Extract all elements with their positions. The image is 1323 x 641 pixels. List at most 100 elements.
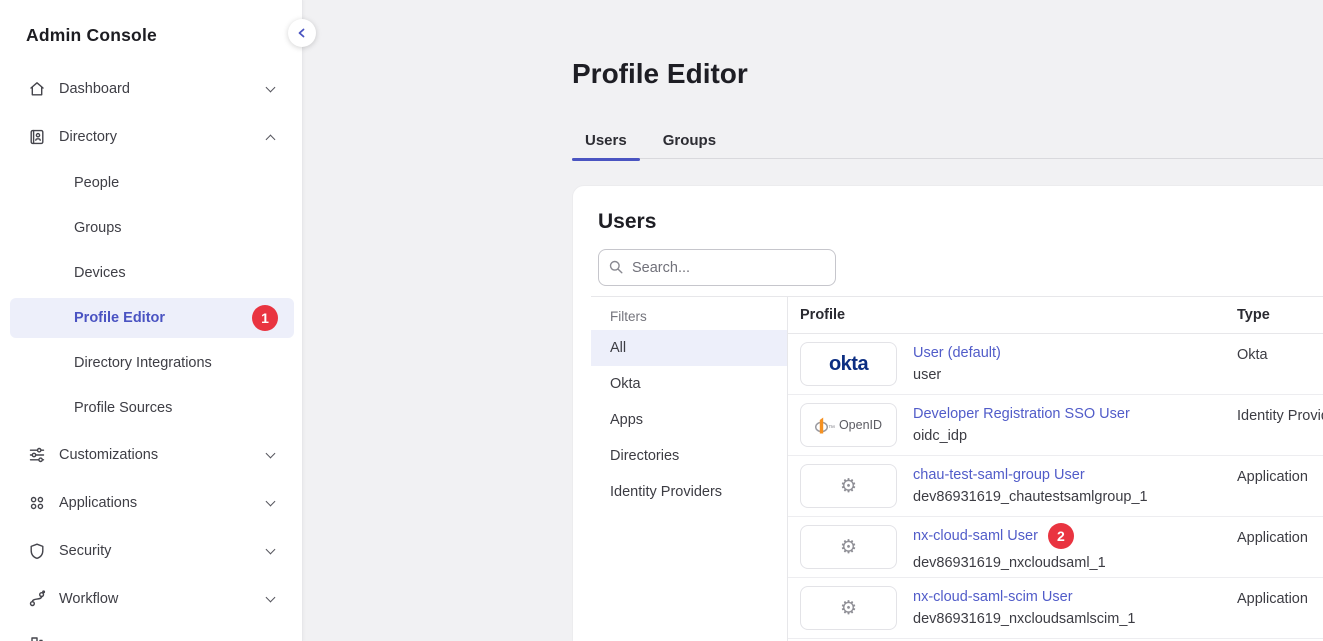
sliders-icon (28, 446, 46, 464)
table-row: ⚙︎ nx-cloud-saml-scim User dev86931619_n… (788, 578, 1323, 639)
tab-label: Groups (663, 132, 716, 149)
openid-wordmark: OpenID (839, 418, 882, 432)
gear-icon: ⚙︎ (840, 536, 857, 558)
column-header-type: Type (1237, 307, 1270, 323)
profile-text: chau-test-saml-group User dev86931619_ch… (913, 467, 1148, 505)
openid-symbol-icon (815, 416, 828, 434)
table-header: Profile Type (788, 297, 1323, 334)
search-box (598, 249, 836, 286)
profile-type: Identity Provider (1237, 408, 1323, 424)
chevron-down-icon (266, 544, 276, 554)
profile-cell: ™ OpenID Developer Registration SSO User… (788, 403, 1237, 447)
sidebar-item-directory-integrations[interactable]: Directory Integrations (10, 343, 294, 383)
profile-sub: dev86931619_nxcloudsamlscim_1 (913, 611, 1135, 627)
okta-wordmark: okta (829, 353, 868, 376)
sidebar-subitem-label: Devices (74, 265, 126, 281)
reports-icon-partial (28, 631, 46, 641)
sidebar-item-groups[interactable]: Groups (10, 208, 294, 248)
sidebar-subitem-label: Directory Integrations (74, 355, 212, 371)
filter-directories[interactable]: Directories (591, 438, 787, 474)
app-title: Admin Console (26, 25, 157, 46)
table-row: ™ OpenID Developer Registration SSO User… (788, 395, 1323, 456)
tab-label: Users (585, 132, 627, 149)
sidebar-item-workflow[interactable]: Workflow (10, 579, 294, 619)
annotation-badge-2: 2 (1048, 523, 1074, 549)
sidebar-item-devices[interactable]: Devices (10, 253, 294, 293)
sidebar-subitem-label: Groups (74, 220, 122, 236)
chevron-down-icon (266, 592, 276, 602)
profile-type: Application (1237, 530, 1308, 546)
tab-groups[interactable]: Groups (650, 121, 729, 159)
sidebar-item-security[interactable]: Security (10, 531, 294, 571)
profile-cell: okta User (default) user (788, 342, 1237, 386)
sidebar-collapse-button[interactable] (288, 19, 316, 47)
okta-logo: okta (800, 342, 897, 386)
profile-text: User (default) user (913, 345, 1001, 383)
search-input[interactable] (598, 249, 836, 286)
table-row: okta User (default) user Okta (788, 334, 1323, 395)
workflow-icon (28, 590, 46, 608)
sidebar-item-dashboard[interactable]: Dashboard (10, 69, 294, 109)
table-row: ⚙︎ nx-cloud-saml User 2 dev86931619_nxcl… (788, 517, 1323, 578)
profiles-table: Profile Type okta User (default) user (788, 297, 1323, 641)
sidebar-item-label: Applications (59, 495, 137, 511)
chevron-down-icon (266, 448, 276, 458)
profile-text: Developer Registration SSO User oidc_idp (913, 406, 1130, 444)
app-default-logo: ⚙︎ (800, 464, 897, 508)
app-default-logo: ⚙︎ (800, 586, 897, 630)
openid-logo: ™ OpenID (800, 403, 897, 447)
profile-sub: user (913, 367, 1001, 383)
sidebar-item-label: Directory (59, 129, 117, 145)
card-body: Filters All Okta Apps Directories Identi… (591, 296, 1323, 641)
home-icon (28, 80, 46, 98)
profile-cell: ⚙︎ nx-cloud-saml-scim User dev86931619_n… (788, 586, 1237, 630)
profile-type: Application (1237, 591, 1308, 607)
profile-sub: dev86931619_chautestsamlgroup_1 (913, 489, 1148, 505)
profile-link[interactable]: nx-cloud-saml-scim User (913, 589, 1073, 605)
chevron-down-icon (266, 82, 276, 92)
app-root: Admin Console Dashboard Directory People… (0, 0, 1323, 641)
search-icon (608, 259, 624, 275)
gear-icon: ⚙︎ (840, 475, 857, 497)
sidebar-item-label: Customizations (59, 447, 158, 463)
chevron-up-icon (266, 134, 276, 144)
filter-identity-providers[interactable]: Identity Providers (591, 474, 787, 510)
sidebar-item-profile-sources[interactable]: Profile Sources (10, 388, 294, 428)
sidebar-item-directory[interactable]: Directory (10, 117, 294, 157)
filter-okta[interactable]: Okta (591, 366, 787, 402)
gear-icon: ⚙︎ (840, 597, 857, 619)
sidebar: Admin Console Dashboard Directory People… (0, 0, 303, 641)
sidebar-item-applications[interactable]: Applications (10, 483, 294, 523)
profile-text: nx-cloud-saml-scim User dev86931619_nxcl… (913, 589, 1135, 627)
profile-link[interactable]: User (default) (913, 345, 1001, 361)
profile-type: Okta (1237, 347, 1268, 363)
sidebar-subitem-label: People (74, 175, 119, 191)
filter-all[interactable]: All (591, 330, 787, 366)
card-title: Users (598, 210, 656, 234)
profile-sub: oidc_idp (913, 428, 1130, 444)
profile-cell: ⚙︎ chau-test-saml-group User dev86931619… (788, 464, 1237, 508)
sidebar-item-customizations[interactable]: Customizations (10, 435, 294, 475)
sidebar-item-people[interactable]: People (10, 163, 294, 203)
tab-bar: Users Groups (572, 121, 1323, 159)
column-header-profile: Profile (788, 307, 1237, 323)
page-title: Profile Editor (572, 58, 748, 90)
sidebar-item-label: Dashboard (59, 81, 130, 97)
sidebar-subitem-label: Profile Sources (74, 400, 172, 416)
sidebar-item-label: Security (59, 543, 111, 559)
sidebar-item-profile-editor[interactable]: Profile Editor 1 (10, 298, 294, 338)
filter-apps[interactable]: Apps (591, 402, 787, 438)
profile-link[interactable]: Developer Registration SSO User (913, 406, 1130, 422)
profile-link[interactable]: chau-test-saml-group User (913, 467, 1085, 483)
profile-cell: ⚙︎ nx-cloud-saml User 2 dev86931619_nxcl… (788, 523, 1237, 571)
users-card: Users Filters All Okta Apps Directories … (572, 185, 1323, 641)
trademark-symbol: ™ (828, 425, 835, 432)
table-row: ⚙︎ chau-test-saml-group User dev86931619… (788, 456, 1323, 517)
sidebar-subitem-label: Profile Editor (74, 310, 165, 326)
tab-users[interactable]: Users (572, 121, 640, 159)
profile-link[interactable]: nx-cloud-saml User (913, 528, 1038, 544)
profile-sub: dev86931619_nxcloudsaml_1 (913, 555, 1106, 571)
shield-icon (28, 542, 46, 560)
app-default-logo: ⚙︎ (800, 525, 897, 569)
filters-label: Filters (591, 297, 787, 330)
